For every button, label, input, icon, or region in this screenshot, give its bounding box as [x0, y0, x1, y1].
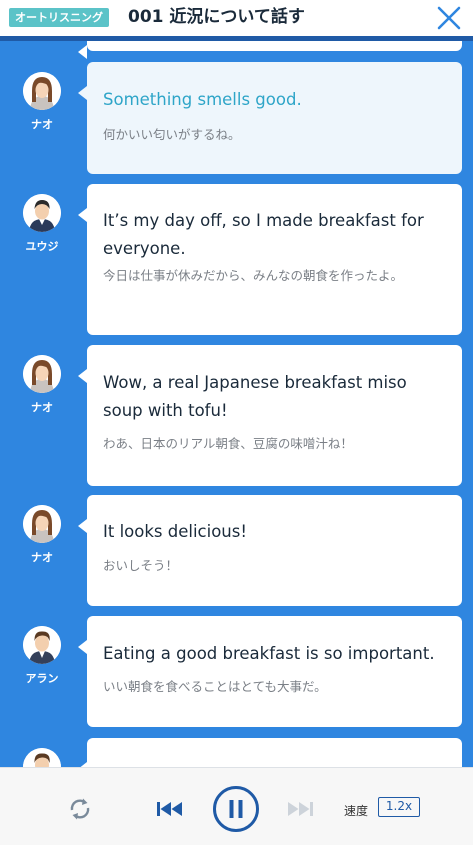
close-button[interactable] — [434, 4, 464, 32]
japanese-translation: おいしそう！ — [103, 558, 179, 573]
japanese-translation: いい朝食を食べることはとても大事だ。 — [103, 679, 327, 694]
avatar-female-icon — [23, 355, 61, 393]
message-bubble[interactable]: Wow, a real Japanese breakfast miso soup… — [78, 345, 462, 486]
english-line: Eating a good breakfast is so important. — [103, 644, 435, 663]
speed-selector[interactable]: 1.2x — [378, 797, 420, 817]
speaker-name: アラン — [25, 672, 59, 685]
skip-next-icon — [288, 802, 313, 816]
message-bubble — [78, 738, 462, 767]
avatar-female-icon — [23, 72, 61, 110]
header-divider — [0, 36, 473, 41]
speaker-name: ナオ — [31, 401, 53, 414]
repeat-icon — [70, 798, 90, 820]
message-bubble[interactable]: Something smells good. 何かいい匂いがするね。 — [78, 62, 462, 174]
dialogue-list[interactable]: ナオ Something smells good. 何かいい匂いがするね。 ユウ… — [0, 41, 473, 767]
avatar-male-icon — [23, 626, 61, 664]
lesson-title: 001 近況について話す — [128, 7, 305, 27]
pause-icon — [213, 786, 259, 832]
audio-player-bar: 速度 1.2x — [0, 767, 473, 845]
japanese-translation: 何かいい匂いがするね。 — [103, 127, 241, 142]
speaker-name: ナオ — [31, 551, 53, 564]
close-icon — [437, 6, 461, 30]
avatar-male-icon — [23, 748, 61, 767]
skip-previous-icon — [157, 802, 182, 816]
pause-button[interactable] — [212, 785, 260, 833]
english-line: Something smells good. — [103, 90, 302, 109]
japanese-translation: 今日は仕事が休みだから、みんなの朝食を作ったよ。 — [103, 268, 404, 283]
avatar-female-icon — [23, 505, 61, 543]
english-line: It looks delicious! — [103, 522, 247, 541]
speaker-name: ユウジ — [25, 240, 59, 253]
english-line: Wow, a real Japanese breakfast miso soup… — [103, 373, 407, 420]
message-bubble[interactable]: Eating a good breakfast is so important.… — [78, 616, 462, 727]
header-bar: オートリスニング 001 近況について話す — [0, 0, 473, 36]
next-button[interactable] — [285, 797, 315, 821]
mode-badge: オートリスニング — [9, 8, 109, 27]
partial-bubble-top — [78, 41, 462, 59]
speaker-name: ナオ — [31, 118, 53, 131]
speed-label: 速度 — [344, 804, 369, 818]
japanese-translation: わあ、日本のリアル朝食、豆腐の味噌汁ね！ — [103, 436, 353, 451]
previous-button[interactable] — [155, 797, 185, 821]
message-bubble[interactable]: It looks delicious! おいしそう！ — [78, 495, 462, 606]
message-bubble[interactable]: It’s my day off, so I made breakfast for… — [78, 184, 462, 335]
english-line: It’s my day off, so I made breakfast for… — [103, 211, 424, 258]
avatar-male-icon — [23, 194, 61, 232]
repeat-button[interactable] — [66, 795, 94, 823]
